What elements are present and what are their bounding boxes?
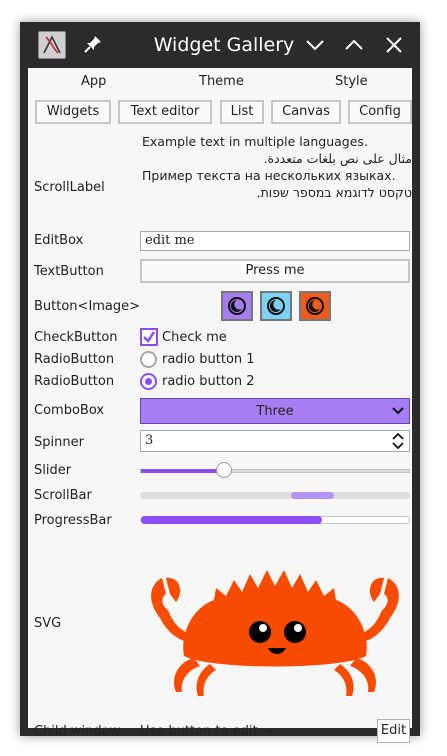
crab-body xyxy=(151,570,399,696)
scroll-label-label: ScrollLabel xyxy=(34,180,105,195)
widget-gallery-content: App Theme Style Widgets Text editor List… xyxy=(28,68,412,743)
scroll-label[interactable]: Example text in multiple languages. مثال… xyxy=(140,132,412,204)
scroll-line-russian: Пример текста на нескольких языках. xyxy=(142,168,396,183)
spinner[interactable]: 3 xyxy=(140,430,410,452)
image-button-blue[interactable] xyxy=(260,291,292,321)
ferris-crab-image xyxy=(151,570,399,696)
spinner-arrows-icon[interactable] xyxy=(391,432,405,450)
app-window: Widget Gallery App Theme Style Widgets T… xyxy=(20,22,420,743)
tab-list[interactable]: List xyxy=(220,100,264,124)
scrollbar-track[interactable] xyxy=(140,492,410,499)
scroll-line-arabic: مثال على نص بلغات متعددة. xyxy=(263,151,412,166)
svg-label: SVG xyxy=(34,616,62,631)
radio-button-2-text: radio button 2 xyxy=(162,374,255,389)
close-icon[interactable] xyxy=(383,34,405,56)
scroll-line-hebrew: טקסט לדוגמא במספר שפות. xyxy=(256,185,412,200)
chevron-down-icon[interactable] xyxy=(304,34,326,56)
menu-app[interactable]: App xyxy=(81,74,106,89)
checkbutton-label: CheckButton xyxy=(34,330,118,345)
radiobutton-label-1: RadioButton xyxy=(34,352,115,367)
progress-bar xyxy=(140,516,410,524)
progress-fill xyxy=(141,516,322,524)
radiobutton-label-2: RadioButton xyxy=(34,374,115,389)
menu-style[interactable]: Style xyxy=(335,74,368,89)
tab-text-editor[interactable]: Text editor xyxy=(118,100,212,124)
slider-fill xyxy=(141,469,225,473)
edit-button[interactable]: Edit xyxy=(377,719,410,743)
press-me-button[interactable]: Press me xyxy=(140,259,410,283)
chevron-down-icon xyxy=(392,407,404,415)
tab-config[interactable]: Config xyxy=(348,100,412,124)
spinner-label: Spinner xyxy=(34,435,84,450)
tab-widgets[interactable]: Widgets xyxy=(35,100,111,124)
combo-box[interactable]: Three xyxy=(140,398,410,424)
radio-button-1[interactable] xyxy=(140,351,157,368)
check-me-checkbox[interactable] xyxy=(140,328,158,346)
moon-icon xyxy=(306,297,324,315)
slider-label: Slider xyxy=(34,463,72,478)
scrollbar-thumb[interactable] xyxy=(291,492,335,499)
combo-box-value: Three xyxy=(256,404,294,419)
radio-button-2[interactable] xyxy=(140,373,157,390)
pin-icon[interactable] xyxy=(82,33,104,55)
radio-dot xyxy=(145,378,152,385)
radio-button-1-text: radio button 1 xyxy=(162,352,255,367)
menu-theme[interactable]: Theme xyxy=(199,74,244,89)
moon-icon xyxy=(228,297,246,315)
combobox-label: ComboBox xyxy=(34,403,105,418)
image-button-purple[interactable] xyxy=(221,291,253,321)
app-icon xyxy=(38,31,66,59)
editbox-label: EditBox xyxy=(34,233,84,248)
image-button-orange[interactable] xyxy=(299,291,331,321)
progressbar-label: ProgressBar xyxy=(34,513,112,528)
moon-icon xyxy=(267,297,285,315)
title-bar[interactable]: Widget Gallery xyxy=(20,22,420,68)
chevron-up-icon[interactable] xyxy=(343,34,365,56)
window-title: Widget Gallery xyxy=(153,34,295,56)
spinner-value: 3 xyxy=(145,433,154,448)
textbutton-label: TextButton xyxy=(34,264,104,279)
check-me-text: Check me xyxy=(162,330,227,345)
scroll-line-english: Example text in multiple languages. xyxy=(142,134,368,149)
child-window-label: Child window xyxy=(34,724,121,739)
child-window-text: Use button to edit → xyxy=(140,724,273,739)
slider-thumb[interactable] xyxy=(215,462,232,478)
scrollbar-label: ScrollBar xyxy=(34,488,92,503)
image-button-label: Button<Image> xyxy=(34,299,141,314)
checkmark-icon xyxy=(143,331,156,343)
edit-box[interactable]: edit me xyxy=(140,231,410,251)
slider-track[interactable] xyxy=(140,469,410,473)
tab-canvas[interactable]: Canvas xyxy=(271,100,341,124)
